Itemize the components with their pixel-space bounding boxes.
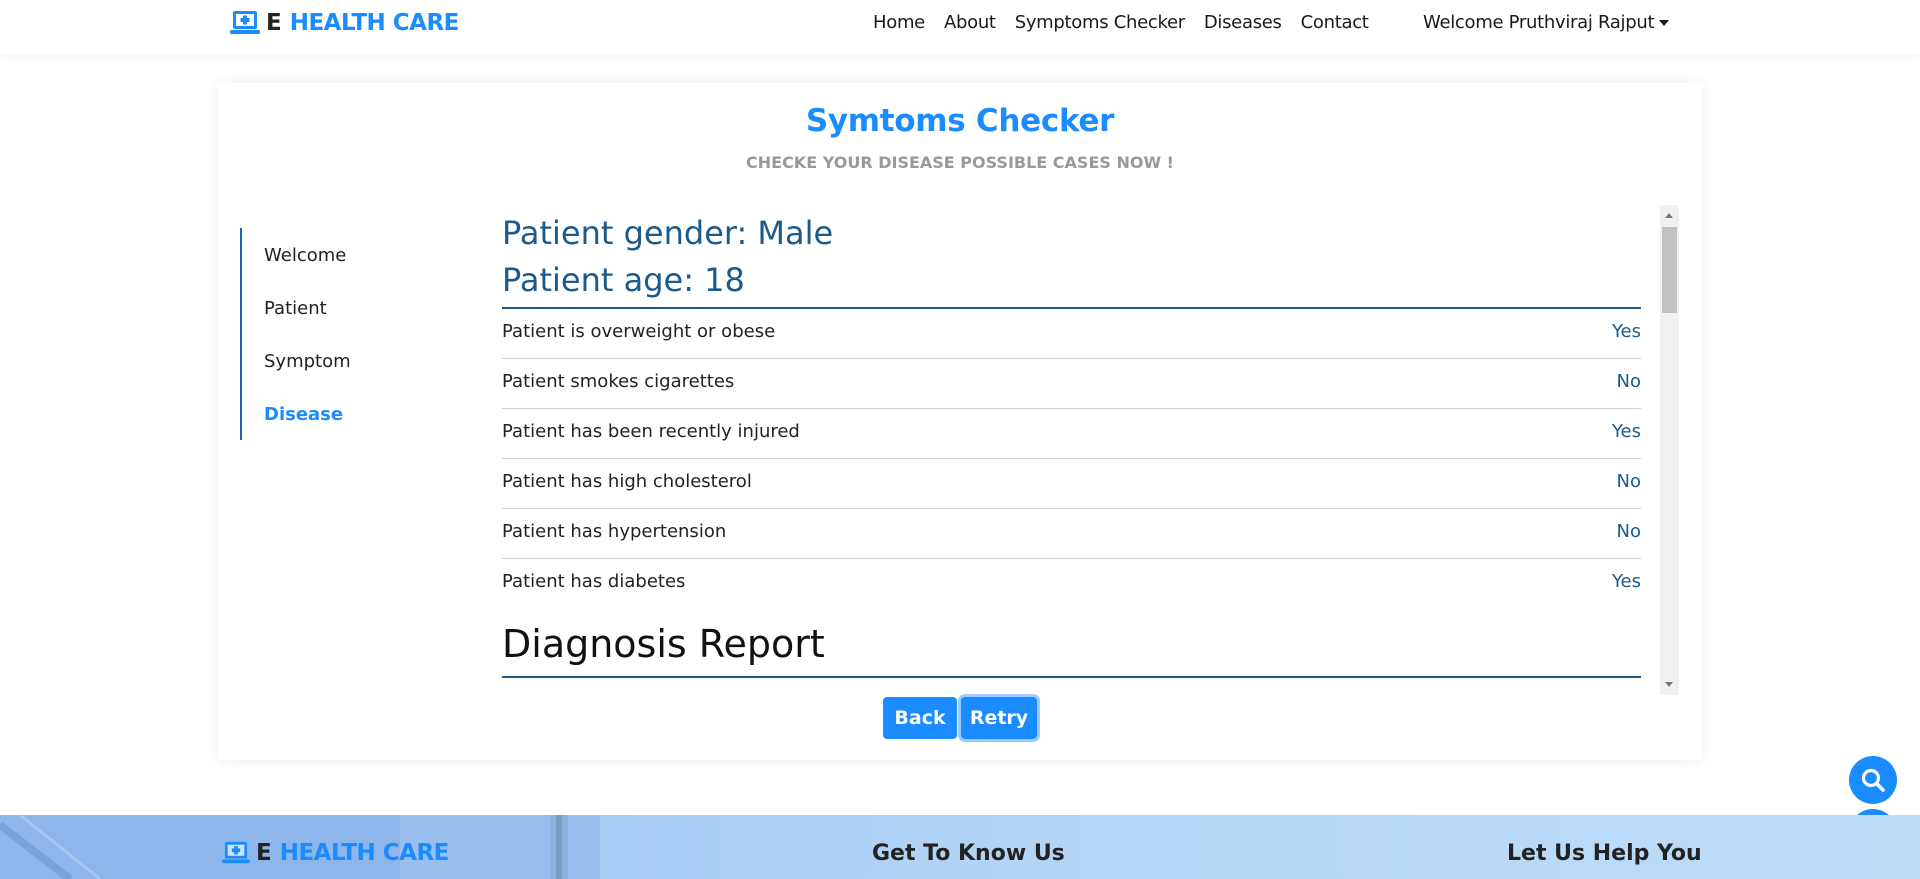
diagnosis-report-heading: Diagnosis Report bbox=[502, 622, 825, 666]
nav-home[interactable]: Home bbox=[873, 12, 925, 33]
medical-laptop-icon bbox=[222, 841, 250, 864]
retry-button[interactable]: Retry bbox=[961, 697, 1037, 739]
user-welcome-label: Welcome Pruthviraj Rajput bbox=[1423, 12, 1655, 33]
step-disease[interactable]: Disease bbox=[264, 404, 343, 425]
nav-contact[interactable]: Contact bbox=[1301, 12, 1369, 33]
footer-brand-e: E bbox=[256, 840, 272, 866]
question-row: Patient has hypertension No bbox=[502, 509, 1641, 559]
search-fab-button[interactable] bbox=[1849, 756, 1897, 804]
question-label: Patient has high cholesterol bbox=[502, 471, 752, 492]
divider bbox=[502, 676, 1641, 678]
step-welcome[interactable]: Welcome bbox=[264, 245, 346, 266]
nav-diseases[interactable]: Diseases bbox=[1204, 12, 1282, 33]
medical-laptop-icon bbox=[230, 11, 260, 34]
question-row: Patient is overweight or obese Yes bbox=[502, 309, 1641, 359]
wizard-steps: Welcome Patient Symptom Disease bbox=[240, 228, 440, 440]
question-answer: No bbox=[1616, 371, 1641, 392]
brand-logo[interactable]: E HEALTH CARE bbox=[230, 8, 459, 38]
question-row: Patient has been recently injured Yes bbox=[502, 409, 1641, 459]
scroll-down-arrow-icon[interactable] bbox=[1665, 682, 1673, 687]
patient-age: Patient age: 18 bbox=[502, 261, 745, 299]
diagnosis-pane[interactable]: Patient gender: Male Patient age: 18 Pat… bbox=[502, 205, 1679, 695]
question-label: Patient has hypertension bbox=[502, 521, 727, 542]
footer-brand[interactable]: E HEALTH CARE bbox=[222, 840, 449, 866]
question-label: Patient smokes cigarettes bbox=[502, 371, 735, 392]
question-row: Patient smokes cigarettes No bbox=[502, 359, 1641, 409]
question-label: Patient has diabetes bbox=[502, 571, 686, 592]
scrollbar-thumb[interactable] bbox=[1662, 227, 1677, 313]
footer-brand-name: HEALTH CARE bbox=[279, 840, 450, 866]
footer: E HEALTH CARE Get To Know Us Let Us Help… bbox=[0, 815, 1920, 879]
question-answer: Yes bbox=[1611, 321, 1641, 342]
page-subtitle: CHECKE YOUR DISEASE POSSIBLE CASES NOW ! bbox=[746, 153, 1174, 172]
question-label: Patient has been recently injured bbox=[502, 421, 800, 442]
nav-about[interactable]: About bbox=[944, 12, 996, 33]
footer-heading-help: Let Us Help You bbox=[1507, 841, 1702, 866]
scroll-up-arrow-icon[interactable] bbox=[1665, 213, 1673, 218]
brand-name: HEALTH CARE bbox=[289, 10, 460, 36]
nav-symptoms-checker[interactable]: Symptoms Checker bbox=[1015, 12, 1185, 33]
question-answer: Yes bbox=[1611, 421, 1641, 442]
question-answer: Yes bbox=[1611, 571, 1641, 592]
pane-scrollbar[interactable] bbox=[1660, 205, 1679, 695]
question-answer: No bbox=[1616, 521, 1641, 542]
navbar: E HEALTH CARE Home About Symptoms Checke… bbox=[0, 0, 1920, 54]
back-button[interactable]: Back bbox=[883, 697, 957, 739]
step-symptom[interactable]: Symptom bbox=[264, 351, 351, 372]
question-row: Patient has high cholesterol No bbox=[502, 459, 1641, 509]
nav-links: Home About Symptoms Checker Diseases Con… bbox=[873, 12, 1388, 33]
question-label: Patient is overweight or obese bbox=[502, 321, 776, 342]
footer-heading-know-us: Get To Know Us bbox=[872, 841, 1065, 866]
search-icon bbox=[1861, 768, 1885, 792]
caret-down-icon bbox=[1659, 19, 1670, 26]
step-patient[interactable]: Patient bbox=[264, 298, 327, 319]
page-title: Symtoms Checker bbox=[805, 103, 1115, 139]
brand-e: E bbox=[266, 10, 282, 36]
user-menu-dropdown[interactable]: Welcome Pruthviraj Rajput bbox=[1423, 12, 1670, 33]
question-row: Patient has diabetes Yes bbox=[502, 559, 1641, 609]
question-answer: No bbox=[1616, 471, 1641, 492]
patient-gender: Patient gender: Male bbox=[502, 214, 834, 252]
